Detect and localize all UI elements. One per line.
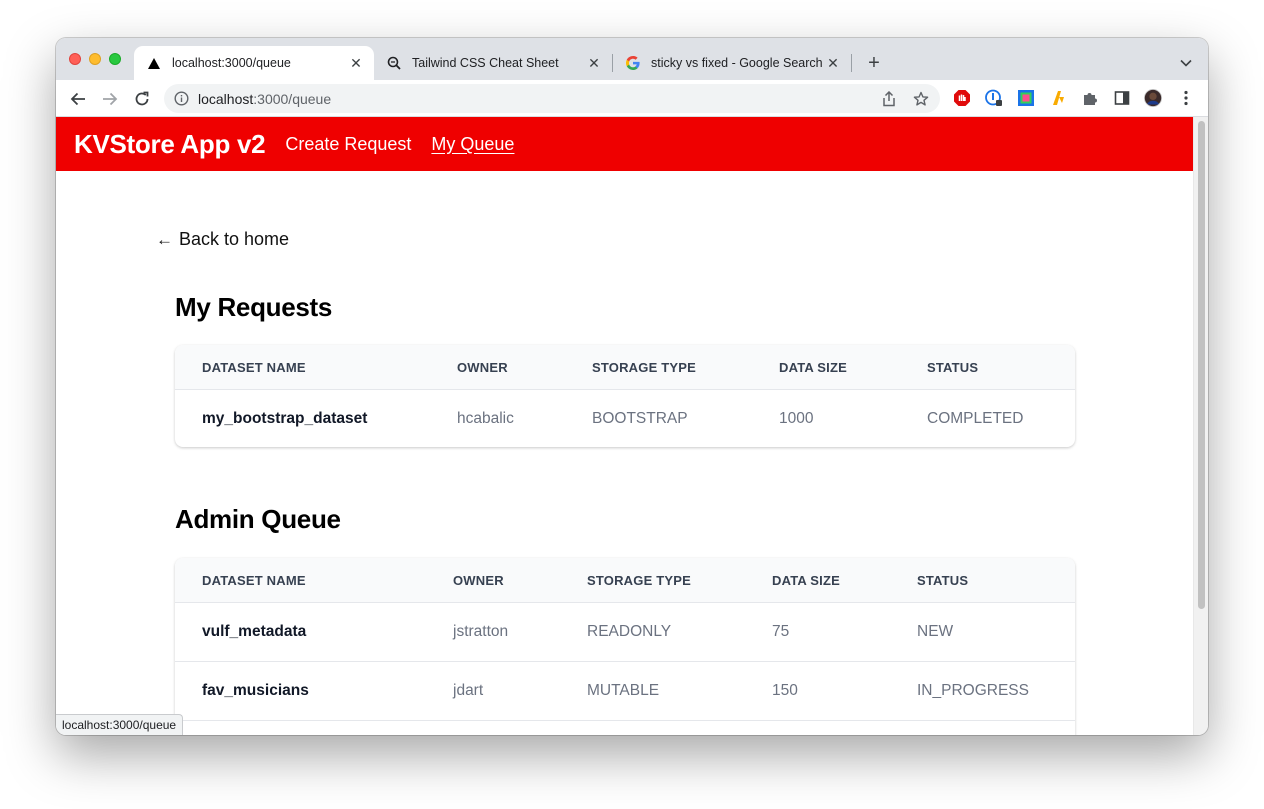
color-picker-extension-icon[interactable] [1017,89,1035,107]
url-path: :3000/queue [253,91,332,107]
status-cell: NEW [917,623,954,640]
my-requests-title: My Requests [175,292,333,322]
tab-strip: localhost:3000/queue ✕ Tailwind CSS Chea… [56,38,1208,80]
tab-localhost-queue[interactable]: localhost:3000/queue ✕ [134,46,374,80]
back-to-home-link[interactable]: ← Back to home [156,229,289,250]
browser-toolbar: localhost:3000/queue [56,80,1208,117]
owner-cell: jdart [453,682,484,699]
tab-tailwind-cheatsheet[interactable]: Tailwind CSS Cheat Sheet ✕ [374,46,612,80]
app-navbar: KVStore App v2 Create Request My Queue [56,117,1193,171]
column-header: STORAGE TYPE [592,359,697,375]
bookmark-star-icon[interactable] [912,90,930,108]
column-header: STATUS [917,572,969,588]
app-brand[interactable]: KVStore App v2 [74,129,266,160]
side-panel-icon[interactable] [1113,89,1131,107]
storage-type-cell: READONLY [587,623,672,640]
close-window-button[interactable] [69,53,81,65]
table-row[interactable]: fav_musicians jdart MUTABLE 150 IN_PROGR… [175,661,1075,720]
column-header: OWNER [457,359,508,375]
back-arrow-icon[interactable] [68,89,88,109]
scrollbar-thumb[interactable] [1198,121,1205,609]
new-tab-button[interactable]: + [862,51,886,75]
vercel-triangle-icon [146,55,162,71]
table-header: DATASET NAME OWNER STORAGE TYPE DATA SIZ… [175,345,1075,389]
tab-title: sticky vs fixed - Google Search [651,56,823,70]
column-header: DATA SIZE [772,572,840,588]
admin-queue-title: Admin Queue [175,504,341,534]
password-manager-extension-icon[interactable] [985,89,1003,107]
search-doc-icon [386,55,402,71]
column-header: STORAGE TYPE [587,572,692,588]
dataset-name-cell: fav_musicians [202,682,309,699]
tab-title: localhost:3000/queue [172,56,291,70]
table-row[interactable]: my_bootstrap_dataset hcabalic BOOTSTRAP … [175,389,1075,447]
nav-create-request-link[interactable]: Create Request [285,134,411,155]
storage-type-cell: BOOTSTRAP [592,410,688,427]
adblock-extension-icon[interactable] [953,89,971,107]
tab-title: Tailwind CSS Cheat Sheet [412,56,559,70]
status-cell: COMPLETED [927,410,1024,427]
url-text: localhost:3000/queue [198,91,331,107]
admin-queue-table: DATASET NAME OWNER STORAGE TYPE DATA SIZ… [175,558,1075,735]
page-scrollbar[interactable] [1193,117,1208,735]
nav-my-queue-link[interactable]: My Queue [431,134,514,155]
browser-menu-icon[interactable] [1177,89,1195,107]
status-cell: IN_PROGRESS [917,682,1029,699]
dataset-name-cell: my_bootstrap_dataset [202,410,368,427]
close-tab-icon[interactable]: ✕ [825,55,841,71]
share-icon[interactable] [880,90,898,108]
back-link-label: Back to home [179,229,290,249]
table-row[interactable] [175,720,1075,735]
owner-cell: hcabalic [457,410,514,427]
page-viewport: KVStore App v2 Create Request My Queue ←… [56,117,1193,735]
tab-google-search[interactable]: sticky vs fixed - Google Search ✕ [613,46,851,80]
extensions-puzzle-icon[interactable] [1081,89,1099,107]
minimize-window-button[interactable] [89,53,101,65]
lighthouse-extension-icon[interactable] [1049,89,1067,107]
data-size-cell: 1000 [779,410,814,427]
tab-search-chevron-icon[interactable] [1176,53,1196,73]
column-header: DATASET NAME [202,359,306,375]
forward-arrow-icon[interactable] [100,89,120,109]
storage-type-cell: MUTABLE [587,682,660,699]
back-arrow-icon: ← [156,229,173,249]
profile-avatar[interactable] [1144,89,1162,107]
tab-separator [851,54,852,72]
reload-icon[interactable] [132,89,152,109]
column-header: DATA SIZE [779,359,847,375]
my-requests-table: DATASET NAME OWNER STORAGE TYPE DATA SIZ… [175,345,1075,447]
google-icon [625,55,641,71]
link-status-bubble: localhost:3000/queue [56,714,184,735]
url-host: localhost [198,91,254,107]
browser-window: localhost:3000/queue ✕ Tailwind CSS Chea… [56,38,1208,735]
address-bar[interactable]: localhost:3000/queue [164,84,940,113]
table-row[interactable]: vulf_metadata jstratton READONLY 75 NEW [175,602,1075,661]
site-info-icon[interactable] [174,91,189,106]
maximize-window-button[interactable] [109,53,121,65]
data-size-cell: 75 [772,623,790,640]
data-size-cell: 150 [772,682,798,699]
column-header: OWNER [453,572,504,588]
close-tab-icon[interactable]: ✕ [586,55,602,71]
table-header: DATASET NAME OWNER STORAGE TYPE DATA SIZ… [175,558,1075,602]
close-tab-icon[interactable]: ✕ [348,55,364,71]
dataset-name-cell: vulf_metadata [202,623,307,640]
owner-cell: jstratton [453,623,509,640]
column-header: DATASET NAME [202,572,306,588]
column-header: STATUS [927,359,979,375]
